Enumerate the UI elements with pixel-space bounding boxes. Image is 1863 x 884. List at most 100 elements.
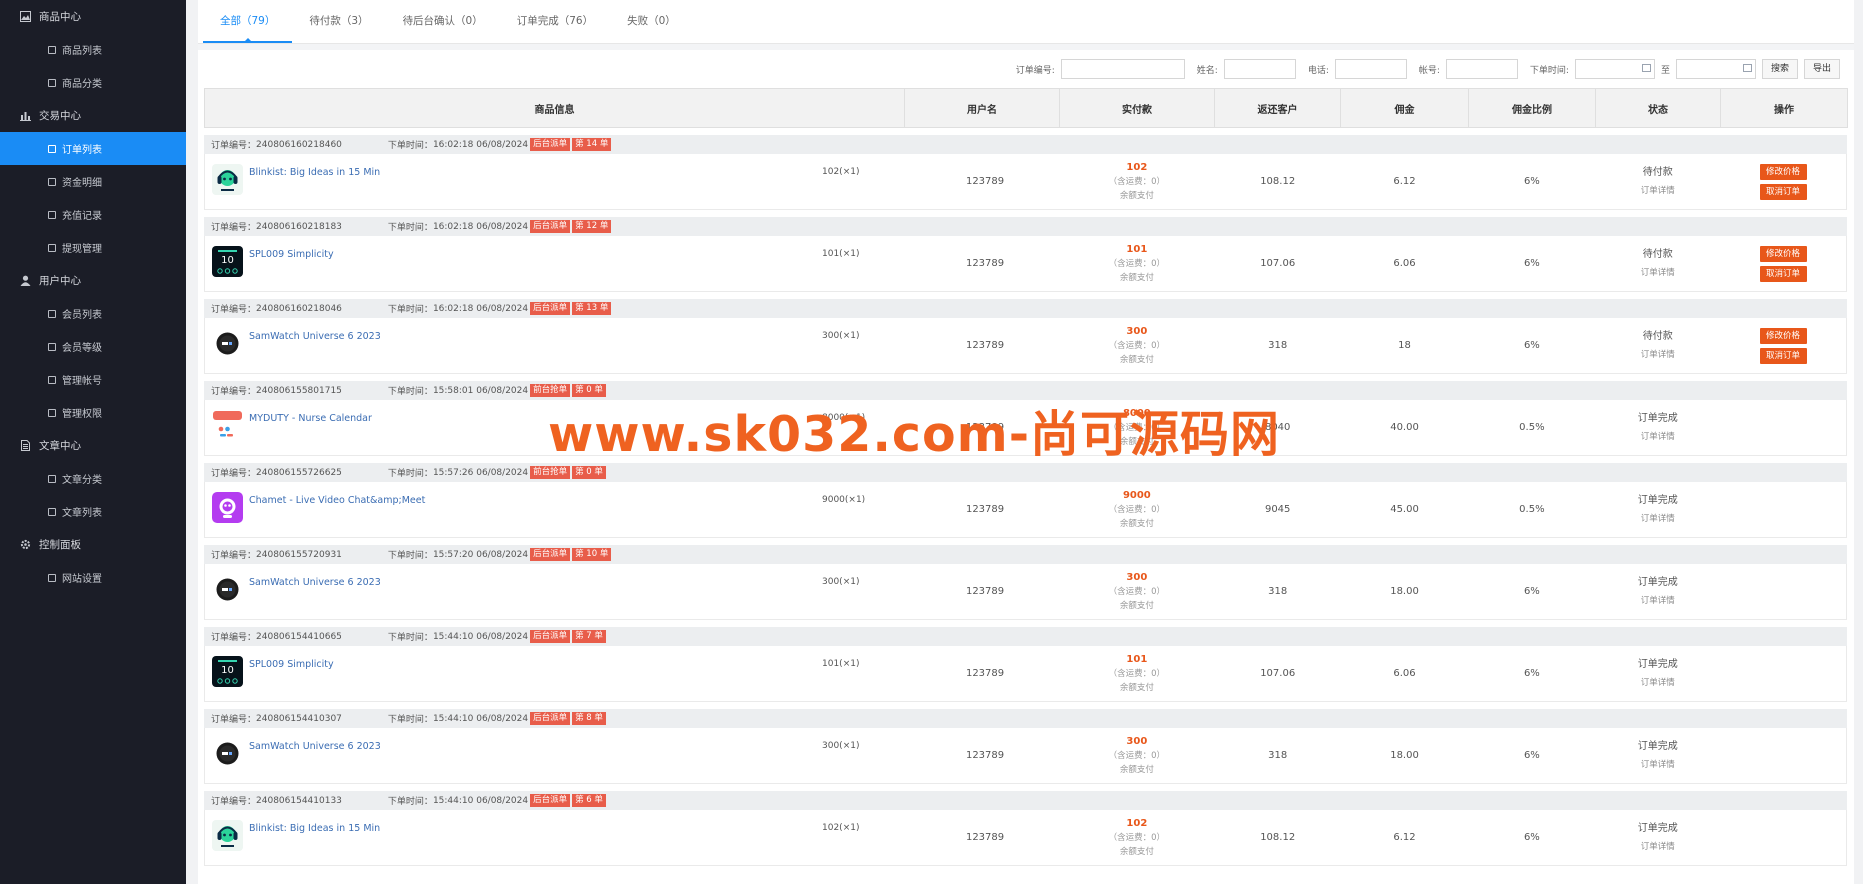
sidebar-item[interactable]: 充值记录 [0, 198, 186, 231]
operation-cell [1720, 564, 1846, 619]
status-tab[interactable]: 全部（79） [203, 0, 293, 43]
end-date-picker[interactable] [1675, 59, 1756, 79]
cancel-order-button[interactable]: 取消订单 [1759, 347, 1807, 364]
order-detail-link[interactable]: 订单详情 [1641, 428, 1675, 447]
product-cell: 10 SPL009 Simplicity 101(×1) [205, 236, 911, 291]
row-gap [198, 374, 1854, 381]
sidebar-item[interactable]: 订单列表 [0, 132, 186, 165]
product-quantity: 300(×1) [822, 741, 860, 751]
product-name-link[interactable]: Chamet - Live Video Chat&amp;Meet [249, 495, 425, 506]
order-seq-tag: 第 14 单 [572, 138, 612, 151]
sidebar-item[interactable]: 管理帐号 [0, 363, 186, 396]
order-source-tag: 后台派单 [530, 220, 571, 233]
row-gap [198, 210, 1854, 217]
sidebar-item[interactable]: 文章列表 [0, 495, 186, 528]
sidebar-item[interactable]: 网站设置 [0, 561, 186, 594]
order-no: 240806155726625 [256, 467, 342, 478]
order-header: 订单编号： 240806160218183 下单时间： 16:02:18 06/08/… [204, 217, 1847, 236]
start-date-picker[interactable] [1574, 59, 1655, 79]
sidebar-group-label: 商品中心 [39, 11, 81, 23]
status-tab[interactable]: 失败（0） [610, 0, 693, 43]
order-detail-link[interactable]: 订单详情 [1641, 182, 1675, 201]
username-cell: 123789 [911, 810, 1059, 865]
commission-rate: 6% [1523, 258, 1540, 269]
status-tab[interactable]: 待后台确认（0） [386, 0, 500, 43]
edit-price-button[interactable]: 修改价格 [1759, 245, 1807, 262]
order-detail-link[interactable]: 订单详情 [1641, 264, 1675, 283]
refund-amount: 9045 [1264, 504, 1291, 515]
order-detail-link[interactable]: 订单详情 [1641, 346, 1675, 365]
product-name-link[interactable]: SamWatch Universe 6 2023 [249, 741, 381, 752]
order-detail-link[interactable]: 订单详情 [1641, 674, 1675, 693]
pay-method: 余额支付 [1119, 436, 1154, 447]
sidebar-item[interactable]: 资金明细 [0, 165, 186, 198]
active-tab-caret [243, 38, 252, 42]
page-icon [48, 243, 56, 252]
order-detail-link[interactable]: 订单详情 [1641, 510, 1675, 529]
product-name-link[interactable]: SPL009 Simplicity [249, 249, 334, 260]
sidebar-item[interactable]: 会员等级 [0, 330, 186, 363]
sidebar-item[interactable]: 商品分类 [0, 66, 186, 99]
status-tab[interactable]: 订单完成（76） [500, 0, 610, 43]
commission-rate-cell: 6% [1468, 646, 1595, 701]
shipping-note: （含运费：0） [1108, 422, 1166, 433]
order-detail-link[interactable]: 订单详情 [1641, 756, 1675, 775]
sidebar-item[interactable]: 商品列表 [0, 33, 186, 66]
operation-cell: 修改价格 取消订单 [1720, 236, 1846, 291]
order-block: 订单编号： 240806160218460 下单时间： 16:02:18 06/08/… [204, 135, 1847, 210]
shipping-note: （含运费：0） [1108, 258, 1166, 269]
pay-method: 余额支付 [1119, 190, 1154, 201]
edit-price-button[interactable]: 修改价格 [1759, 163, 1807, 180]
row-gap [198, 292, 1854, 299]
order-row: SamWatch Universe 6 2023 300(×1) 123789 300… [204, 318, 1847, 374]
order-detail-link[interactable]: 订单详情 [1641, 592, 1675, 611]
product-name-link[interactable]: Blinkist: Big Ideas in 15 Min [249, 167, 380, 178]
product-name-link[interactable]: SamWatch Universe 6 2023 [249, 331, 381, 342]
order-detail-link[interactable]: 订单详情 [1641, 838, 1675, 857]
refund-cell: 318 [1215, 318, 1341, 373]
commission-amount: 6.06 [1393, 668, 1416, 679]
commission-rate: 6% [1523, 176, 1540, 187]
product-quantity: 300(×1) [822, 577, 860, 587]
product-name-link[interactable]: SPL009 Simplicity [249, 659, 334, 670]
sidebar-group[interactable]: 控制面板 [0, 528, 186, 561]
order-time-label: 下单时间： [387, 387, 433, 397]
to-label: 至 [1660, 65, 1670, 76]
phone-input[interactable] [1334, 59, 1407, 79]
pay-method: 余额支付 [1119, 846, 1154, 857]
order-seq-tag: 第 10 单 [572, 548, 612, 561]
sidebar-item[interactable]: 提现管理 [0, 231, 186, 264]
product-name-link[interactable]: SamWatch Universe 6 2023 [249, 577, 381, 588]
paid-cell: 8000 （含运费：0） 余额支付 [1059, 400, 1215, 455]
paid-cell: 101 （含运费：0） 余额支付 [1059, 236, 1215, 291]
sidebar-group[interactable]: 用户中心 [0, 264, 186, 297]
edit-price-button[interactable]: 修改价格 [1759, 327, 1807, 344]
sidebar-group[interactable]: 文章中心 [0, 429, 186, 462]
sidebar-group[interactable]: 交易中心 [0, 99, 186, 132]
name-input[interactable] [1223, 59, 1296, 79]
order-time-label: 下单时间： [387, 223, 433, 233]
paid-amount: 102 [1126, 161, 1148, 173]
order-block: 订单编号： 240806154410133 下单时间： 15:44:10 06/08/… [204, 791, 1847, 866]
order-status: 订单完成 [1637, 412, 1678, 424]
cancel-order-button[interactable]: 取消订单 [1759, 183, 1807, 200]
cancel-order-button[interactable]: 取消订单 [1759, 265, 1807, 282]
product-cell: SamWatch Universe 6 2023 300(×1) [205, 318, 911, 373]
order-time-label: 下单时间： [387, 633, 433, 643]
product-name-link[interactable]: Blinkist: Big Ideas in 15 Min [249, 823, 380, 834]
product-name-link[interactable]: MYDUTY - Nurse Calendar [249, 413, 372, 424]
export-button[interactable]: 导出 [1803, 59, 1840, 79]
page-icon [48, 177, 56, 186]
sidebar-item[interactable]: 会员列表 [0, 297, 186, 330]
account-input[interactable] [1445, 59, 1518, 79]
sidebar-item[interactable]: 管理权限 [0, 396, 186, 429]
commission-cell: 6.12 [1341, 154, 1469, 209]
sidebar-group[interactable]: 商品中心 [0, 0, 186, 33]
search-button[interactable]: 搜索 [1761, 59, 1798, 79]
sidebar-item[interactable]: 文章分类 [0, 462, 186, 495]
order-no-input[interactable] [1060, 59, 1185, 79]
order-header: 订单编号： 240806155720931 下单时间： 15:57:20 06/08/… [204, 545, 1847, 564]
orders-table-header: 商品信息 用户名 实付款 返还客户 佣金 佣金比例 状态 操作 [204, 88, 1848, 128]
product-quantity: 101(×1) [822, 659, 860, 669]
status-tab[interactable]: 待付款（3） [292, 0, 385, 43]
